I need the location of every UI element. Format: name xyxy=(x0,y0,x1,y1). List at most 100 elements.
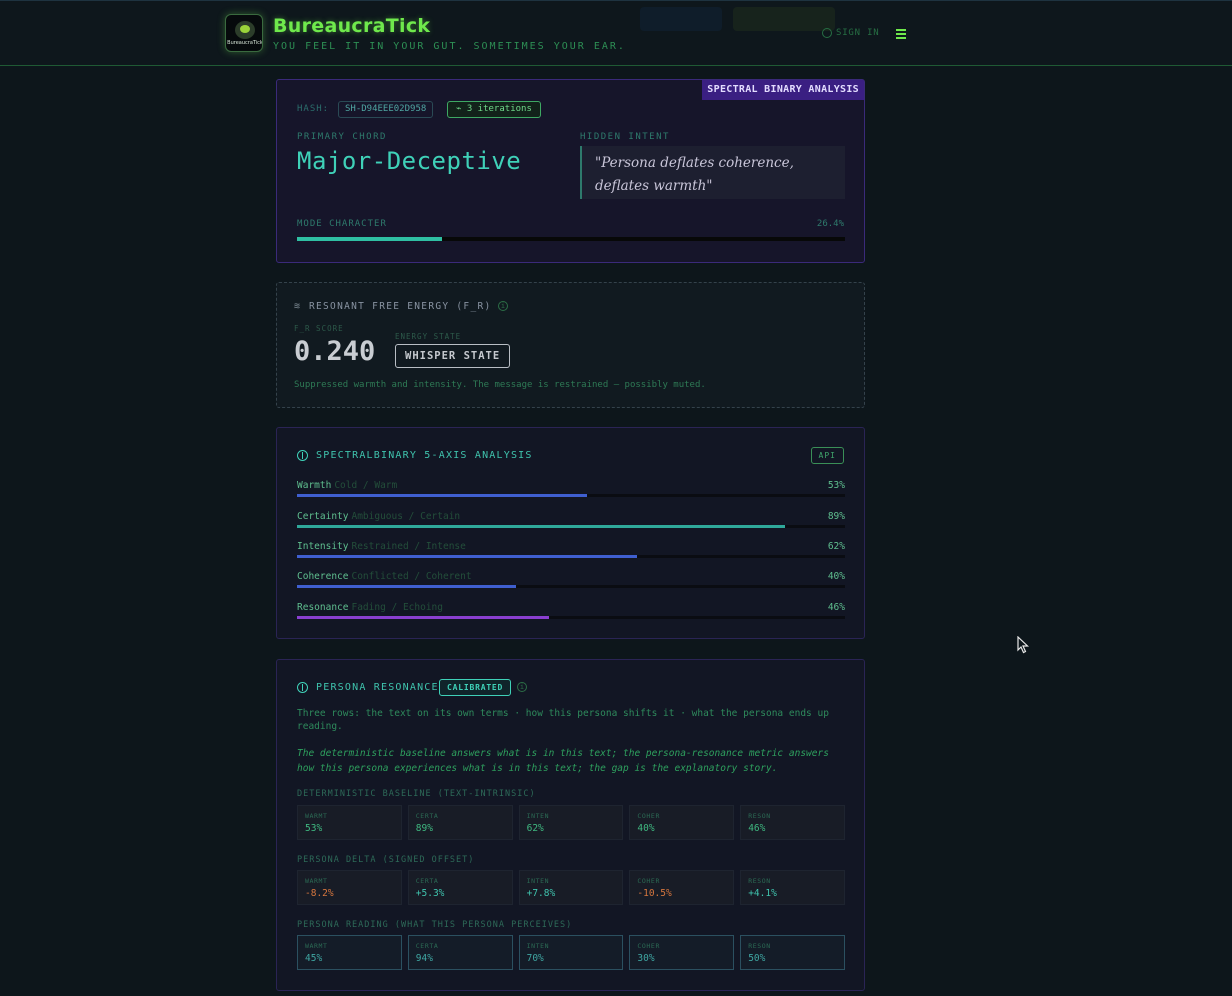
waves-icon: ≋ xyxy=(294,301,301,312)
logo[interactable]: BureaucraTick xyxy=(225,14,263,52)
axis-name: Resonance Fading / Echoing xyxy=(297,602,443,613)
sign-in-link[interactable]: SIGN IN xyxy=(822,28,880,38)
cell-key: WARMT xyxy=(305,812,328,820)
hamburger-menu-icon[interactable] xyxy=(896,29,906,39)
axis-value: 89% xyxy=(827,511,845,522)
cell-key: CERTA xyxy=(415,877,439,885)
cell-value: +5.3% xyxy=(415,888,445,899)
axis-bar-fill xyxy=(297,525,785,528)
cell-key: INTEN xyxy=(526,942,550,950)
reading-cell: INTEN 70% xyxy=(518,935,624,970)
axis-name: Coherence Conflicted / Coherent xyxy=(297,571,472,582)
hidden-intent-quote: "Persona deflates coherence, deflates wa… xyxy=(580,146,845,199)
axis-range: Ambiguous / Certain xyxy=(351,511,461,522)
axis-bar xyxy=(297,494,845,497)
cell-key: WARMT xyxy=(305,942,328,950)
free-energy-card: ≋ RESONANT FREE ENERGY (F_R) i F_R SCORE… xyxy=(276,282,865,408)
cell-key: COHER xyxy=(637,877,660,885)
axis-value: 62% xyxy=(827,541,845,552)
cell-value: 94% xyxy=(415,953,433,964)
axis-row: Warmth Cold / Warm 53% xyxy=(297,480,845,500)
axis-bar-fill xyxy=(297,494,588,497)
tagline: YOU FEEL IT IN YOUR GUT. SOMETIMES YOUR … xyxy=(273,41,626,52)
hash-chip[interactable]: SH-D94EEE02D958 xyxy=(338,101,434,118)
cell-key: COHER xyxy=(637,942,660,950)
delta-cell: COHER -10.5% xyxy=(629,870,735,905)
baseline-cell: CERTA 89% xyxy=(407,805,513,840)
axis-bar-fill xyxy=(297,585,517,588)
brain-icon xyxy=(297,682,308,693)
axis-range: Restrained / Intense xyxy=(351,541,466,552)
spectral-analysis-card: SPECTRAL BINARY ANALYSIS HASH: SH-D94EEE… xyxy=(276,79,865,263)
persona-explanation: The deterministic baseline answers what … xyxy=(297,748,829,774)
axis-name: Intensity Restrained / Intense xyxy=(297,541,466,552)
baseline-cell: INTEN 62% xyxy=(518,805,624,840)
axis-value: 46% xyxy=(827,602,845,613)
axis-row: Intensity Restrained / Intense 62% xyxy=(297,541,845,561)
axis-bar-fill xyxy=(297,616,550,619)
brand-name[interactable]: BureaucraTick xyxy=(273,15,430,37)
cell-value: 53% xyxy=(305,823,323,834)
reading-label: PERSONA READING (WHAT THIS PERSONA PERCE… xyxy=(297,920,573,930)
cell-value: 46% xyxy=(748,823,766,834)
pulse-icon: ⌁ xyxy=(456,104,467,114)
cell-key: CERTA xyxy=(415,942,439,950)
user-icon xyxy=(822,28,832,38)
mode-character-fill xyxy=(297,237,442,241)
axis-bar xyxy=(297,525,845,528)
top-header: BureaucraTick BureaucraTick YOU FEEL IT … xyxy=(0,0,1232,66)
fr-score-value: 0.240 xyxy=(294,336,376,367)
axis-row: Coherence Conflicted / Coherent 40% xyxy=(297,571,845,591)
logo-text: BureaucraTick xyxy=(227,40,263,46)
axis-name: Certainty Ambiguous / Certain xyxy=(297,511,461,522)
logo-bug-highlight xyxy=(240,25,250,33)
cell-key: COHER xyxy=(637,812,660,820)
nav-ghost-button[interactable] xyxy=(733,7,835,31)
cell-key: INTEN xyxy=(526,812,550,820)
energy-state-badge: WHISPER STATE xyxy=(395,344,511,368)
persona-description: Three rows: the text on its own terms · … xyxy=(297,708,829,732)
free-energy-description: Suppressed warmth and intensity. The mes… xyxy=(294,380,706,390)
cell-key: INTEN xyxy=(526,877,550,885)
info-icon[interactable]: i xyxy=(517,682,527,692)
cell-value: 50% xyxy=(748,953,766,964)
nav-ghost-button[interactable] xyxy=(640,7,722,31)
axis-name: Warmth Cold / Warm xyxy=(297,480,398,491)
cell-value: 40% xyxy=(637,823,655,834)
delta-cell: CERTA +5.3% xyxy=(407,870,513,905)
info-icon[interactable]: i xyxy=(498,301,508,311)
reading-row: WARMT 45% CERTA 94% INTEN 70% COHER 30% RESON 50% xyxy=(297,935,845,970)
cell-value: 45% xyxy=(305,953,323,964)
cell-value: 70% xyxy=(526,953,544,964)
sign-in-label: SIGN IN xyxy=(836,28,880,38)
cell-value: -8.2% xyxy=(305,888,334,899)
axis-analysis-card: SPECTRALBINARY 5-AXIS ANALYSIS API Warmt… xyxy=(276,427,865,639)
mode-character-label: MODE CHARACTER xyxy=(297,219,387,229)
baseline-row: WARMT 53% CERTA 89% INTEN 62% COHER 40% RESON 46% xyxy=(297,805,845,840)
delta-row: WARMT -8.2% CERTA +5.3% INTEN +7.8% COHER -10.5… xyxy=(297,870,845,905)
cell-key: WARMT xyxy=(305,877,328,885)
baseline-cell: COHER 40% xyxy=(629,805,735,840)
reading-cell: COHER 30% xyxy=(629,935,735,970)
axis-range: Fading / Echoing xyxy=(351,602,443,613)
spectral-badge: SPECTRAL BINARY ANALYSIS xyxy=(702,80,864,100)
energy-state-label: ENERGY STATE xyxy=(395,332,462,341)
primary-chord-label: PRIMARY CHORD xyxy=(297,132,387,142)
axis-row: Certainty Ambiguous / Certain 89% xyxy=(297,511,845,531)
baseline-label: DETERMINISTIC BASELINE (TEXT-INTRINSIC) xyxy=(297,789,536,799)
api-badge[interactable]: API xyxy=(810,447,844,464)
persona-resonance-card: PERSONA RESONANCE CALIBRATED i Three row… xyxy=(276,659,865,991)
baseline-cell: RESON 46% xyxy=(740,805,845,840)
cell-value: 89% xyxy=(415,823,433,834)
free-energy-title: RESONANT FREE ENERGY (F_R) xyxy=(309,301,492,312)
mode-character-bar xyxy=(297,237,845,241)
iterations-chip[interactable]: ⌁ 3 iterations xyxy=(447,101,541,118)
cell-key: CERTA xyxy=(415,812,439,820)
cell-value: +4.1% xyxy=(748,888,777,899)
delta-cell: INTEN +7.8% xyxy=(518,870,624,905)
axis-value: 53% xyxy=(827,480,845,491)
hidden-intent-label: HIDDEN INTENT xyxy=(580,132,670,142)
mouse-cursor-icon xyxy=(1017,636,1029,654)
cell-key: RESON xyxy=(748,812,771,820)
reading-cell: RESON 50% xyxy=(740,935,845,970)
